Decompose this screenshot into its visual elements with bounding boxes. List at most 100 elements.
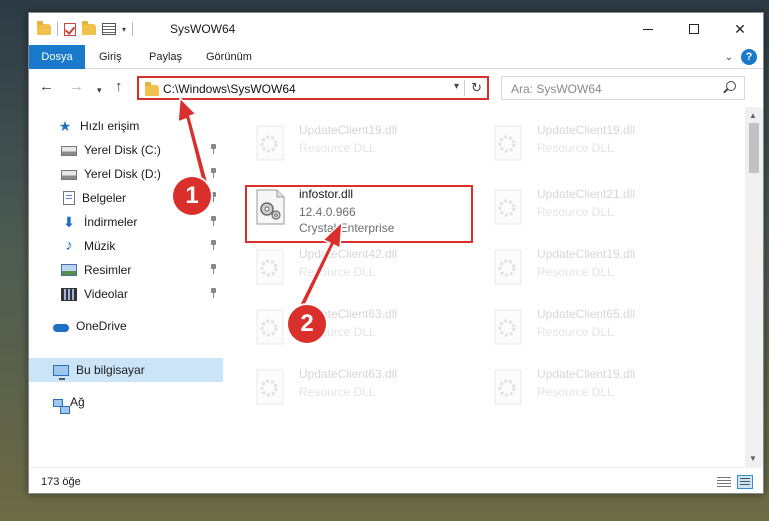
address-history-chevron-icon[interactable]: ▾ [454, 81, 459, 92]
up-arrow-icon[interactable]: ↑ [115, 79, 123, 95]
address-bar[interactable]: C:\Windows\SysWOW64 ▾ ↻ [137, 76, 489, 100]
scroll-up-arrow-icon[interactable]: ▲ [749, 111, 757, 120]
dll-file-icon [494, 125, 522, 161]
dll-file-icon [256, 369, 284, 405]
tab-share[interactable]: Paylaş [149, 45, 182, 69]
file-tile[interactable]: UpdateClient19.dll Resource DLL [485, 115, 711, 167]
toolbar-divider [132, 22, 134, 36]
sidebar-item-label: Bu bilgisayar [76, 363, 145, 377]
search-input[interactable]: Ara: SysWOW64 [511, 82, 602, 96]
file-tile[interactable]: UpdateClient65.dll Resource DLL [485, 299, 711, 351]
dll-file-icon [494, 189, 522, 225]
sidebar-item-videos[interactable]: Videolar [29, 282, 223, 306]
sidebar-item-pictures[interactable]: Resimler [29, 258, 223, 282]
pin-icon [210, 144, 217, 154]
address-path[interactable]: C:\Windows\SysWOW64 [163, 82, 296, 96]
sidebar-item-label: Yerel Disk (C:) [84, 143, 161, 157]
step-2-badge: 2 [288, 305, 326, 343]
star-icon: ★ [58, 118, 72, 134]
search-icon[interactable] [726, 81, 736, 91]
music-icon: ♪ [65, 237, 73, 254]
minimize-button[interactable] [625, 13, 671, 45]
file-name: UpdateClient19.dll [537, 367, 636, 381]
sidebar-item-network[interactable]: Ağ [29, 390, 223, 414]
file-type: Resource DLL [299, 385, 376, 399]
scrollbar-thumb[interactable] [749, 123, 759, 173]
sidebar-item-label: İndirmeler [84, 215, 138, 229]
sidebar-item-music[interactable]: ♪ Müzik [29, 234, 223, 258]
file-company: Crystal Enterprise [299, 221, 395, 235]
quick-access-toolbar: ▾ [37, 20, 134, 37]
file-name: UpdateClient19.dll [537, 123, 636, 137]
pin-icon [210, 240, 217, 250]
file-tile[interactable]: UpdateClient42.dll Resource DLL [247, 239, 473, 291]
file-name: UpdateClient65.dll [537, 307, 636, 321]
vertical-scrollbar[interactable]: ▲ ▼ [745, 107, 763, 467]
details-view-icon[interactable] [717, 477, 731, 488]
dll-file-icon [256, 125, 284, 161]
expand-ribbon-chevron-icon[interactable]: ⌄ [725, 52, 733, 63]
dll-file-icon [256, 309, 284, 345]
video-icon [61, 287, 77, 301]
file-type: Resource DLL [537, 385, 614, 399]
window-title: SysWOW64 [170, 22, 236, 36]
file-list: UpdateClient19.dll Resource DLL UpdateCl… [225, 107, 745, 467]
file-tile[interactable]: UpdateClient19.dll Resource DLL [485, 359, 711, 411]
close-button[interactable]: ✕ [717, 13, 763, 45]
file-type: Resource DLL [299, 265, 376, 279]
pin-icon [210, 264, 217, 274]
file-name: UpdateClient19.dll [299, 123, 398, 137]
cloud-icon [53, 324, 69, 332]
download-icon: ⬇ [63, 214, 75, 230]
file-name: UpdateClient19.dll [537, 247, 636, 261]
title-bar: ▾ SysWOW64 ✕ [29, 13, 763, 45]
folder-icon [145, 82, 159, 96]
step-1-badge: 1 [173, 177, 211, 215]
sidebar-item-local-disk-c[interactable]: Yerel Disk (C:) [29, 138, 223, 162]
back-arrow-icon[interactable]: ← [39, 79, 54, 95]
refresh-icon[interactable]: ↻ [471, 80, 482, 96]
dll-file-icon [494, 309, 522, 345]
properties-icon[interactable] [102, 23, 116, 35]
pictures-icon [61, 264, 77, 276]
forward-arrow-icon[interactable]: → [69, 79, 84, 95]
file-type: Resource DLL [537, 141, 614, 155]
sidebar-item-label: OneDrive [76, 319, 127, 333]
sidebar-item-label: Müzik [84, 239, 116, 253]
tab-file[interactable]: Dosya [29, 45, 85, 69]
file-type: Resource DLL [537, 265, 614, 279]
tiles-view-icon[interactable] [737, 475, 753, 489]
file-tile[interactable]: UpdateClient19.dll Resource DLL [247, 115, 473, 167]
sidebar-item-label: Hızlı erişim [80, 119, 140, 133]
file-tile-infostor[interactable]: infostor.dll 12.4.0.966 Crystal Enterpri… [247, 179, 473, 235]
file-tile[interactable]: UpdateClient19.dll Resource DLL [485, 239, 711, 291]
file-type: Resource DLL [537, 325, 614, 339]
pin-icon [210, 192, 217, 202]
dll-file-icon [494, 369, 522, 405]
recent-locations-chevron-icon[interactable]: ▾ [97, 82, 102, 98]
search-box[interactable]: Ara: SysWOW64 [501, 76, 745, 100]
file-tile[interactable]: UpdateClient21.dll Resource DLL [485, 179, 711, 231]
file-tile[interactable]: UpdateClient63.dll Resource DLL [247, 359, 473, 411]
sidebar-item-this-pc[interactable]: Bu bilgisayar [29, 358, 223, 382]
sidebar-item-quick-access[interactable]: ★ Hızlı erişim [29, 114, 223, 138]
tab-home[interactable]: Giriş [99, 45, 122, 69]
maximize-button[interactable] [671, 13, 717, 45]
pin-icon [210, 288, 217, 298]
file-tile[interactable]: UpdateClient63.dll Resource DLL [247, 299, 473, 351]
tab-view[interactable]: Görünüm [206, 45, 252, 69]
file-version: 12.4.0.966 [299, 205, 356, 219]
properties-check-icon[interactable] [64, 22, 76, 36]
new-folder-icon[interactable] [82, 20, 96, 35]
help-icon[interactable]: ? [741, 49, 757, 65]
ribbon-controls: ⌄ ? [725, 49, 757, 65]
scroll-down-arrow-icon[interactable]: ▼ [749, 454, 757, 463]
sidebar-item-label: Belgeler [82, 191, 127, 205]
toolbar-divider [57, 22, 58, 36]
documents-icon [63, 191, 75, 205]
drive-icon [61, 146, 77, 156]
customize-toolbar-arrow-icon[interactable]: ▾ [122, 25, 126, 34]
item-count: 173 öğe [41, 476, 81, 488]
file-name: UpdateClient42.dll [299, 247, 398, 261]
sidebar-item-onedrive[interactable]: OneDrive [29, 314, 223, 338]
